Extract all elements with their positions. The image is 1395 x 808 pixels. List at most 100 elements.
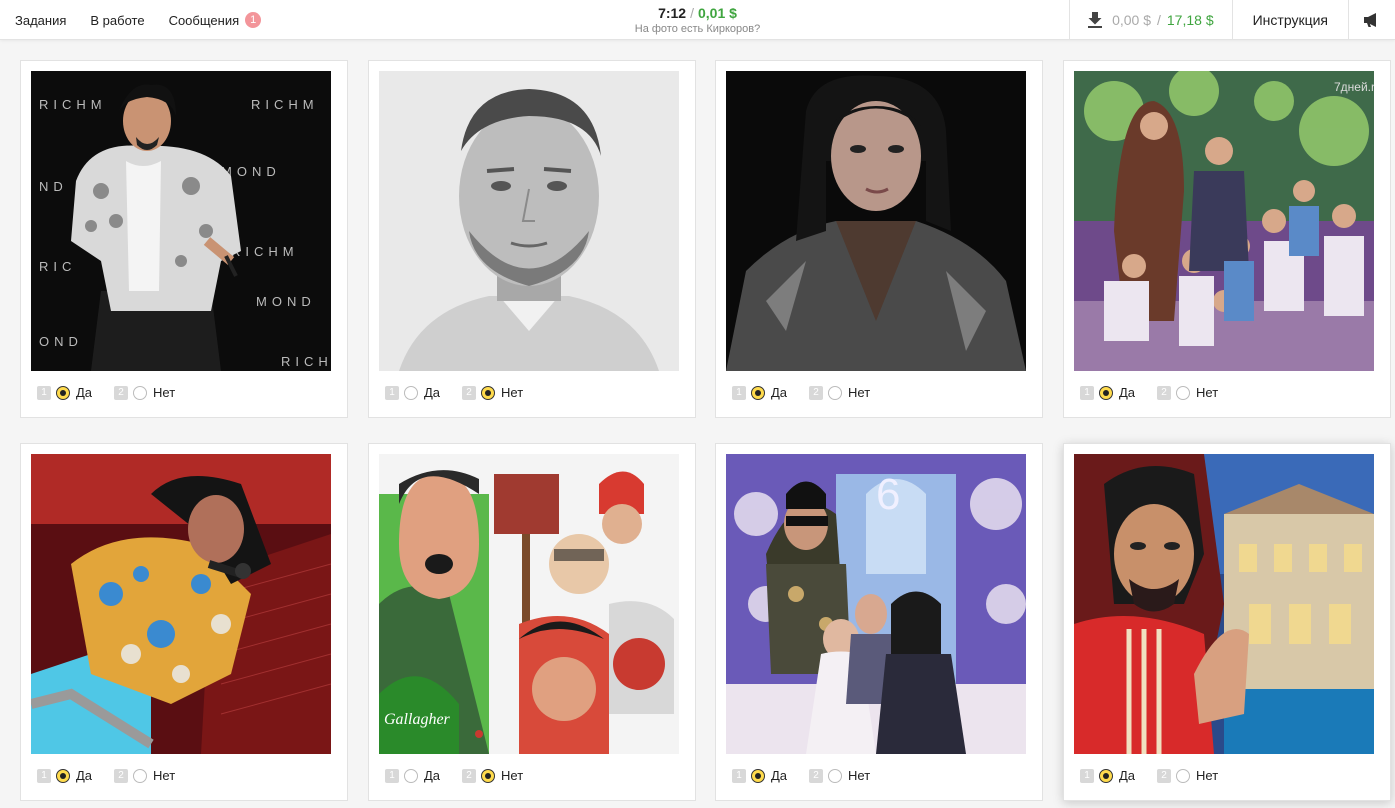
radio-yes[interactable] (56, 385, 70, 400)
answer-options: 1 Да 2 Нет (1080, 768, 1240, 783)
photo-watermark: 7дней.ru (1334, 80, 1374, 94)
answer-no[interactable]: 2 Нет (809, 768, 870, 783)
photo[interactable]: Gallagher (379, 454, 679, 754)
answer-no[interactable]: 2 Нет (1157, 768, 1218, 783)
answer-no[interactable]: 2 Нет (809, 385, 870, 400)
balance[interactable]: 0,00 $ / 17,18 $ (1069, 0, 1232, 40)
instruction-button[interactable]: Инструкция (1231, 0, 1348, 40)
photo-card: 1 Да 2 Нет (1063, 443, 1391, 801)
svg-text:Gallagher: Gallagher (384, 711, 451, 728)
radio-yes[interactable] (56, 768, 70, 783)
answer-no[interactable]: 2 Нет (114, 768, 175, 783)
hotkey-badge: 1 (1080, 768, 1094, 783)
answer-no[interactable]: 2 Нет (1157, 385, 1218, 400)
svg-text:OND: OND (39, 334, 83, 349)
answer-no-label: Нет (501, 768, 524, 783)
answer-yes-label: Да (76, 768, 93, 783)
megaphone-icon (1364, 13, 1376, 27)
answer-yes[interactable]: 1 Да (37, 385, 92, 400)
top-right-panel: 0,00 $ / 17,18 $ Инструкция (1069, 0, 1395, 40)
answer-options: 1 Да 2 Нет (732, 385, 892, 400)
nav-messages[interactable]: Сообщения 1 (169, 12, 262, 28)
photo-card: 1 Да 2 Нет (20, 443, 348, 801)
answer-yes[interactable]: 1 Да (37, 768, 92, 783)
radio-no[interactable] (828, 385, 843, 400)
answer-options: 1 Да 2 Нет (385, 385, 545, 400)
main-nav: Задания В работе Сообщения 1 (15, 12, 262, 28)
answer-no-label: Нет (153, 768, 176, 783)
answer-no[interactable]: 2 Нет (462, 385, 523, 400)
answer-yes-label: Да (424, 768, 441, 783)
radio-no[interactable] (481, 385, 496, 400)
photo-card: 6 1 Да 2 Нет (715, 443, 1043, 801)
instruction-label: Инструкция (1252, 12, 1328, 28)
radio-yes[interactable] (404, 768, 418, 783)
photo[interactable]: RICHM RICHM MOND ND RICHM RIC MOND OND RICH (31, 71, 331, 371)
radio-no[interactable] (1176, 768, 1191, 783)
photo[interactable] (726, 71, 1026, 371)
answer-yes[interactable]: 1 Да (385, 768, 440, 783)
hotkey-badge: 2 (114, 385, 129, 400)
svg-text:RICHM: RICHM (231, 244, 299, 259)
answer-options: 1 Да 2 Нет (732, 768, 892, 783)
answer-yes-label: Да (76, 385, 93, 400)
hotkey-badge: 2 (114, 768, 129, 783)
photo[interactable] (1074, 454, 1374, 754)
radio-yes[interactable] (404, 385, 418, 400)
hotkey-badge: 1 (1080, 385, 1094, 400)
answer-yes[interactable]: 1 Да (385, 385, 440, 400)
svg-text:6: 6 (876, 470, 900, 519)
svg-text:ND: ND (39, 179, 68, 194)
answer-no[interactable]: 2 Нет (114, 385, 175, 400)
nav-messages-label: Сообщения (168, 12, 240, 28)
answer-yes-label: Да (1119, 385, 1136, 400)
feedback-button[interactable] (1348, 0, 1395, 40)
answer-no-label: Нет (501, 385, 524, 400)
radio-yes[interactable] (1099, 768, 1113, 783)
answer-yes-label: Да (771, 385, 788, 400)
answer-no[interactable]: 2 Нет (462, 768, 523, 783)
balance-pending: 0,00 $ (1112, 12, 1151, 28)
photo-card: RICHM RICHM MOND ND RICHM RIC MOND OND RICH 1… (20, 60, 348, 418)
answer-yes[interactable]: 1 Да (1080, 385, 1135, 400)
answer-no-label: Нет (848, 768, 871, 783)
radio-no[interactable] (133, 385, 148, 400)
svg-text:MOND: MOND (256, 294, 316, 309)
hotkey-badge: 2 (462, 385, 477, 400)
photo-card: 1 Да 2 Нет (368, 60, 696, 418)
photo[interactable]: 7дней.ru (1074, 71, 1374, 371)
answer-options: 1 Да 2 Нет (385, 768, 545, 783)
svg-text:RICH: RICH (281, 354, 331, 369)
hotkey-badge: 1 (37, 768, 51, 783)
radio-no[interactable] (481, 768, 496, 783)
messages-count-badge: 1 (245, 12, 262, 28)
photo[interactable] (379, 71, 679, 371)
separator: / (690, 5, 694, 21)
radio-yes[interactable] (751, 385, 765, 400)
answer-yes[interactable]: 1 Да (732, 385, 787, 400)
radio-no[interactable] (133, 768, 148, 783)
answer-no-label: Нет (1196, 385, 1219, 400)
photo-card: 1 Да 2 Нет (715, 60, 1043, 418)
download-icon (1088, 12, 1103, 28)
task-price: 0,01 $ (697, 5, 737, 21)
radio-no[interactable] (828, 768, 843, 783)
task-timer: 7:12 (658, 5, 687, 21)
answer-options: 1 Да 2 Нет (37, 768, 197, 783)
hotkey-badge: 2 (809, 768, 824, 783)
answer-yes[interactable]: 1 Да (1080, 768, 1135, 783)
nav-tasks[interactable]: Задания (15, 12, 66, 28)
hotkey-badge: 2 (809, 385, 824, 400)
radio-no[interactable] (1176, 385, 1191, 400)
hotkey-badge: 1 (732, 385, 746, 400)
photo[interactable]: 6 (726, 454, 1026, 754)
photo[interactable] (31, 454, 331, 754)
radio-yes[interactable] (1099, 385, 1113, 400)
nav-in-work[interactable]: В работе (90, 12, 144, 28)
radio-yes[interactable] (751, 768, 765, 783)
balance-separator: / (1157, 12, 1161, 28)
answer-yes[interactable]: 1 Да (732, 768, 787, 783)
nav-in-work-label: В работе (90, 12, 145, 28)
hotkey-badge: 1 (385, 768, 399, 783)
answer-options: 1 Да 2 Нет (1080, 385, 1240, 400)
